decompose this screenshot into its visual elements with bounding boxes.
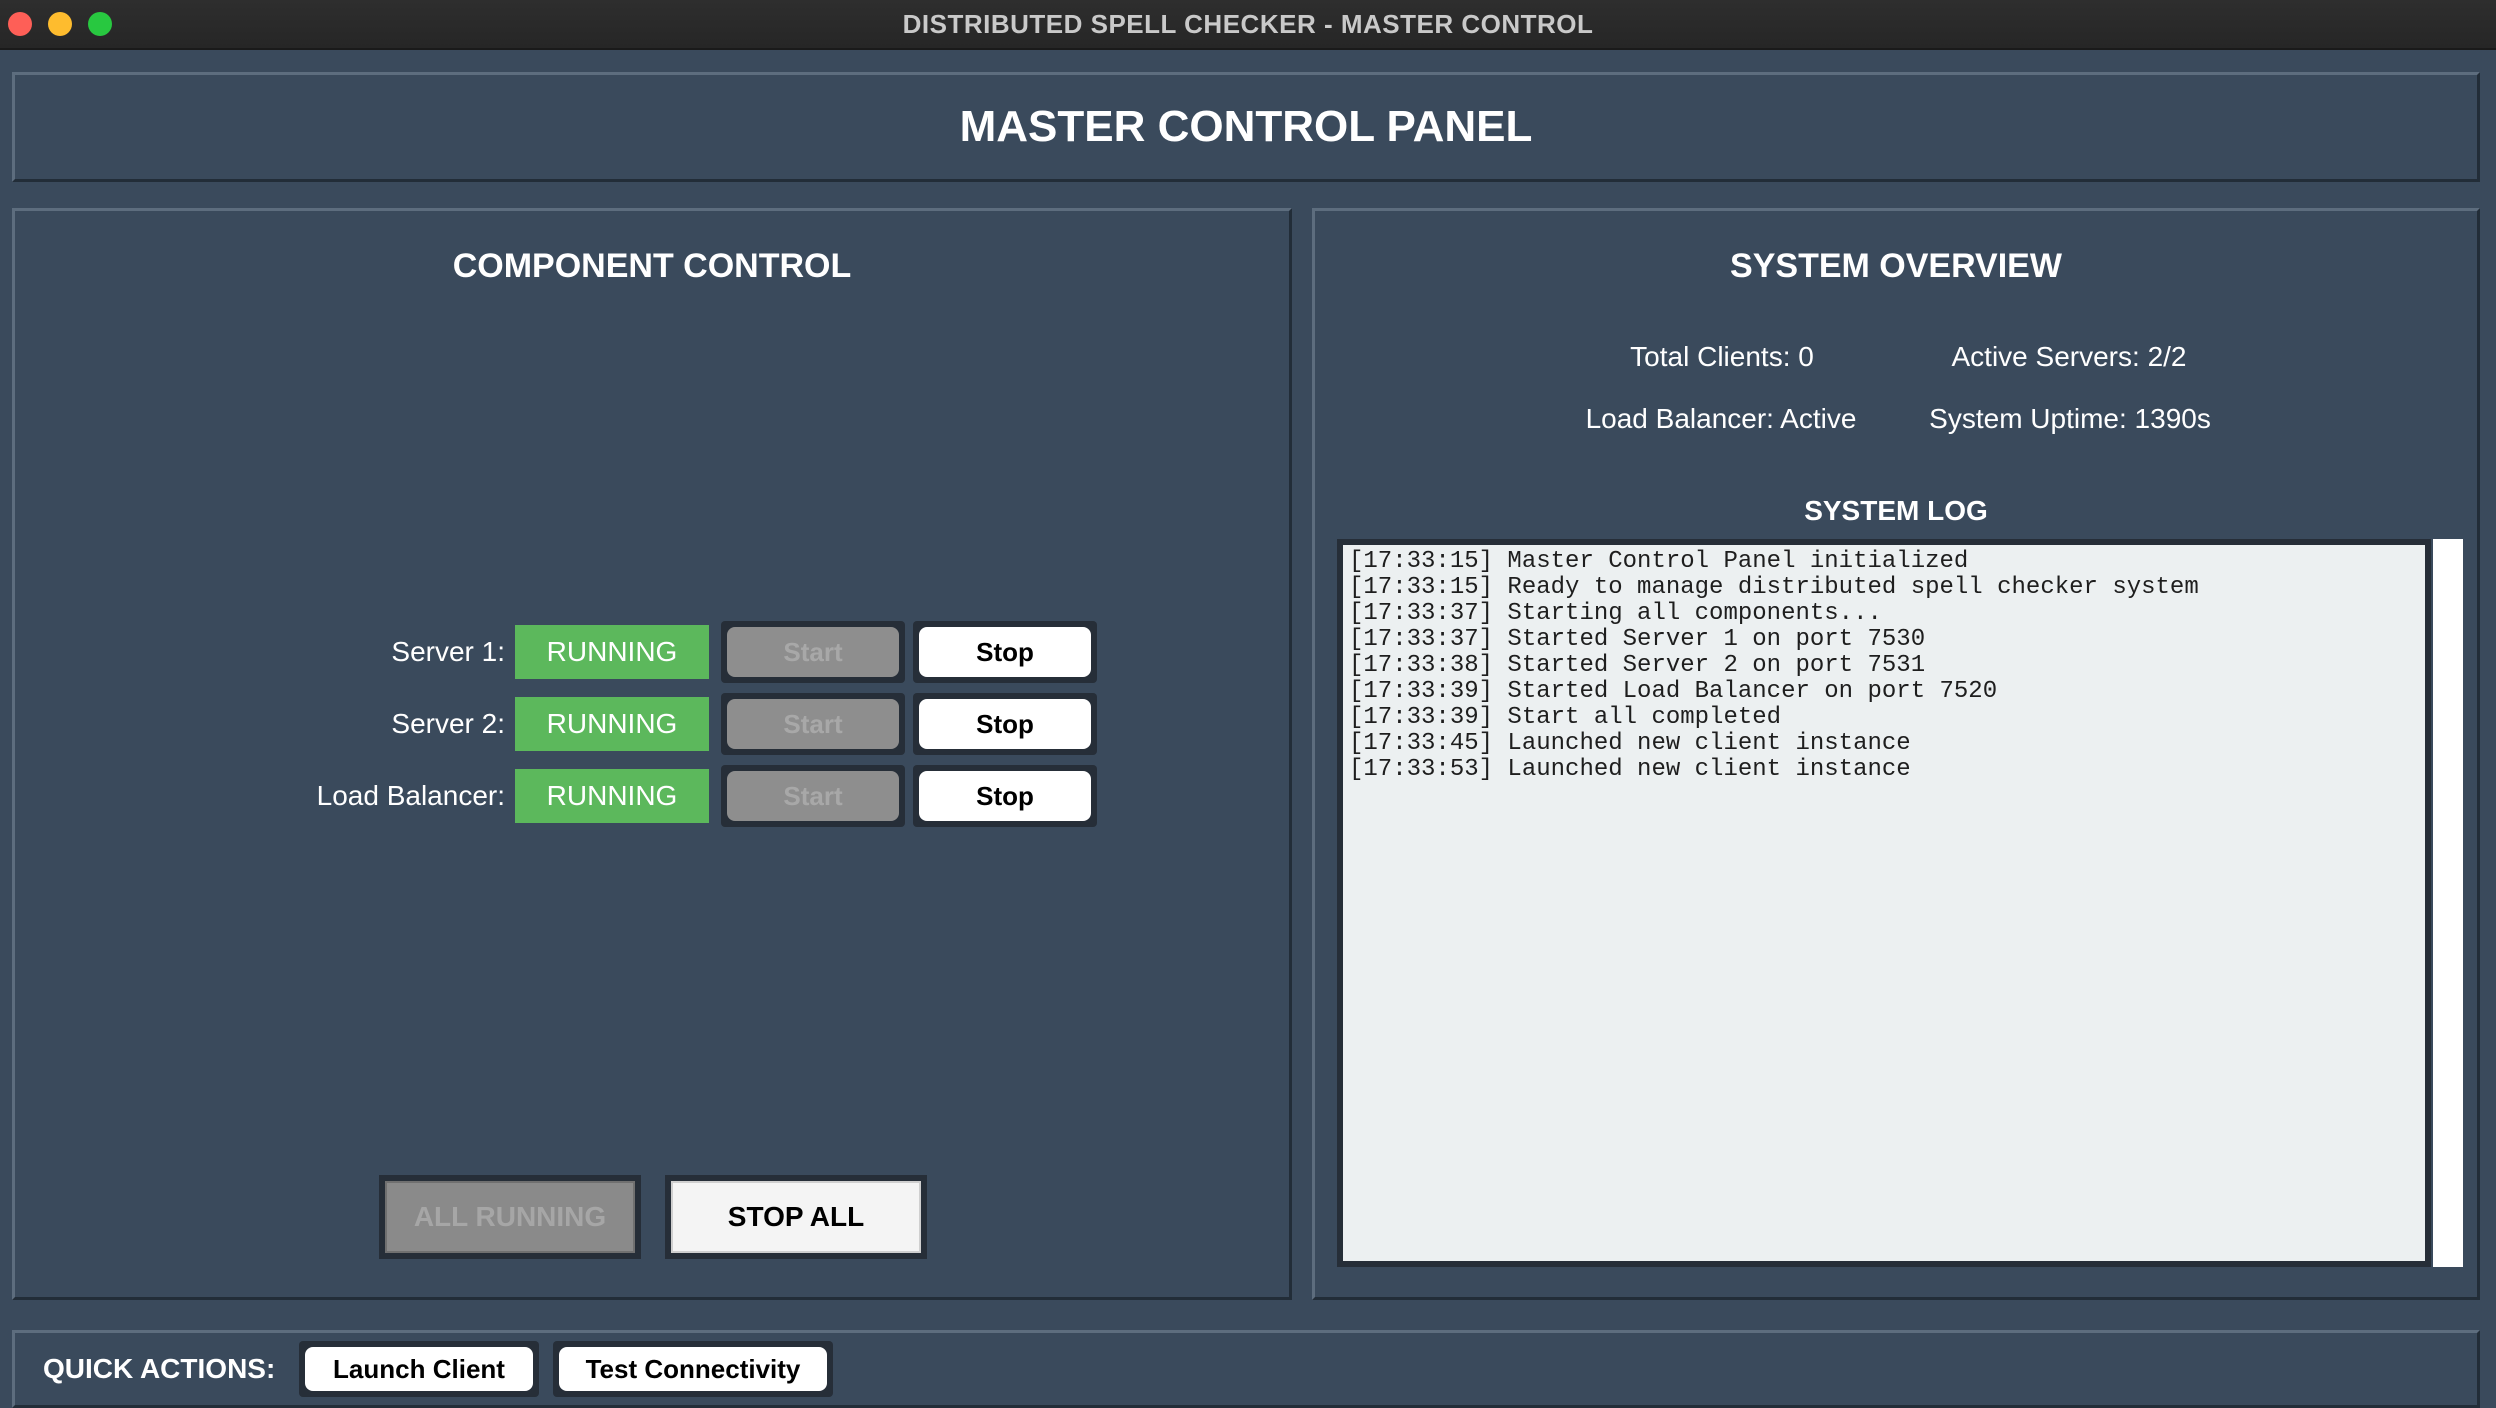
test-connectivity-button[interactable]: Test Connectivity	[559, 1347, 827, 1391]
start-load-balancer-button-frame: Start	[721, 765, 905, 827]
start-server-1-button-frame: Start	[721, 621, 905, 683]
component-label: Server 2:	[391, 708, 505, 739]
log-line: [17:33:45] Launched new client instance	[1349, 730, 1911, 757]
system-overview-panel: SYSTEM OVERVIEW Total Clients: 0 Active …	[1312, 208, 2480, 1300]
status-badge: RUNNING	[515, 697, 709, 751]
log-line: [17:33:38] Started Server 2 on port 7531	[1349, 652, 1926, 679]
header-panel: MASTER CONTROL PANEL	[12, 72, 2480, 182]
start-load-balancer-button[interactable]: Start	[727, 771, 899, 821]
log-line: [17:33:37] Starting all components...	[1349, 600, 1882, 627]
stop-all-button-frame: STOP ALL	[665, 1175, 927, 1259]
master-control-window: DISTRIBUTED SPELL CHECKER - MASTER CONTR…	[0, 0, 2496, 1408]
stop-all-button[interactable]: STOP ALL	[671, 1181, 921, 1253]
stop-load-balancer-button-frame: Stop	[913, 765, 1097, 827]
start-server-2-button-frame: Start	[721, 693, 905, 755]
total-clients-stat: Total Clients: 0	[1630, 341, 1814, 372]
component-control-panel: COMPONENT CONTROL Server 1: RUNNING Star…	[12, 208, 1292, 1300]
log-scrollbar[interactable]	[2433, 539, 2463, 1267]
component-row-load-balancer: Load Balancer: RUNNING Start Stop	[15, 765, 1115, 829]
status-badge: RUNNING	[515, 769, 709, 823]
start-server-1-button[interactable]: Start	[727, 627, 899, 677]
start-server-2-button[interactable]: Start	[727, 699, 899, 749]
page-title: MASTER CONTROL PANEL	[959, 102, 1533, 151]
stop-server-1-button[interactable]: Stop	[919, 627, 1091, 677]
active-servers-stat: Active Servers: 2/2	[1951, 341, 2187, 372]
all-running-button-frame: ALL RUNNING	[379, 1175, 641, 1259]
log-line: [17:33:15] Ready to manage distributed s…	[1349, 574, 2199, 601]
stop-server-2-button[interactable]: Stop	[919, 699, 1091, 749]
system-log-frame: [17:33:15] Master Control Panel initiali…	[1337, 539, 2431, 1267]
stop-load-balancer-button[interactable]: Stop	[919, 771, 1091, 821]
component-row-server-1: Server 1: RUNNING Start Stop	[15, 621, 1115, 685]
log-line: [17:33:15] Master Control Panel initiali…	[1349, 548, 1969, 575]
load-balancer-stat: Load Balancer: Active	[1585, 403, 1857, 434]
system-uptime-stat: System Uptime: 1390s	[1929, 403, 2211, 434]
log-line: [17:33:39] Start all completed	[1349, 704, 1782, 731]
start-all-button[interactable]: ALL RUNNING	[385, 1181, 635, 1253]
launch-client-button-frame: Launch Client	[299, 1341, 539, 1397]
stop-server-1-button-frame: Stop	[913, 621, 1097, 683]
quick-actions-label: QUICK ACTIONS:	[43, 1353, 276, 1384]
component-control-heading: COMPONENT CONTROL	[452, 247, 852, 285]
log-line: [17:33:39] Started Load Balancer on port…	[1349, 678, 1998, 705]
stop-server-2-button-frame: Stop	[913, 693, 1097, 755]
window-title: DISTRIBUTED SPELL CHECKER - MASTER CONTR…	[902, 9, 1594, 39]
system-log-textarea[interactable]: [17:33:15] Master Control Panel initiali…	[1343, 545, 2425, 1261]
log-line: [17:33:37] Started Server 1 on port 7530	[1349, 626, 1926, 653]
component-row-server-2: Server 2: RUNNING Start Stop	[15, 693, 1115, 757]
launch-client-button[interactable]: Launch Client	[305, 1347, 533, 1391]
component-label: Server 1:	[391, 636, 505, 667]
quick-actions-panel: QUICK ACTIONS: Launch Client Test Connec…	[12, 1330, 2480, 1408]
system-log-heading: SYSTEM LOG	[1804, 495, 1988, 526]
component-label: Load Balancer:	[316, 780, 505, 811]
log-line: [17:33:53] Launched new client instance	[1349, 756, 1911, 783]
test-connectivity-button-frame: Test Connectivity	[553, 1341, 833, 1397]
title-bar: DISTRIBUTED SPELL CHECKER - MASTER CONTR…	[0, 0, 2496, 50]
status-badge: RUNNING	[515, 625, 709, 679]
system-overview-heading: SYSTEM OVERVIEW	[1730, 247, 2062, 285]
